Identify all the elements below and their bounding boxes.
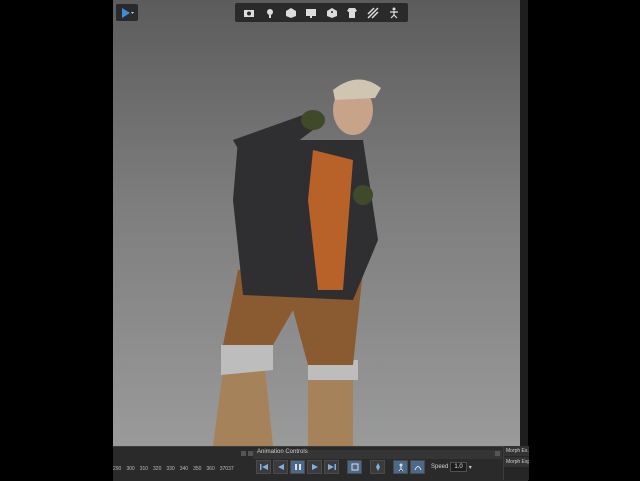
animation-controls: Speed 1.0 ▾ xyxy=(256,459,472,475)
next-frame-button[interactable] xyxy=(307,460,322,474)
loop-button[interactable] xyxy=(347,460,362,474)
monitor-icon[interactable] xyxy=(304,6,318,20)
step-forward-icon xyxy=(311,464,318,470)
marker-button[interactable] xyxy=(370,460,385,474)
viewport-toolbar xyxy=(235,3,408,22)
panel-title: Animation Controls xyxy=(257,449,308,455)
morph-panel: Morph Ex... Morph Exp xyxy=(503,446,529,480)
motion-button[interactable] xyxy=(393,460,408,474)
dice-icon[interactable] xyxy=(325,6,339,20)
tab-morph-exp[interactable]: Morph Exp xyxy=(504,457,529,467)
timeline-ruler[interactable]: 290 300 310 320 330 340 350 360 37037 xyxy=(113,466,234,472)
3d-viewport[interactable] xyxy=(113,0,528,446)
cube-icon[interactable] xyxy=(284,6,298,20)
timeline-tick: 300 xyxy=(126,466,135,472)
pin-icon[interactable] xyxy=(495,451,500,456)
blend-button[interactable] xyxy=(410,460,425,474)
curve-icon xyxy=(414,466,421,471)
light-icon[interactable] xyxy=(263,6,277,20)
timeline-tick: 350 xyxy=(193,466,202,472)
timeline-tick: 340 xyxy=(179,466,189,472)
prev-frame-button[interactable] xyxy=(273,460,288,474)
skip-start-icon xyxy=(259,464,268,470)
close-icon[interactable] xyxy=(248,451,253,456)
loop-icon xyxy=(351,463,358,471)
marker-icon xyxy=(375,463,380,471)
pin-icon[interactable] xyxy=(241,451,246,456)
motion-icon xyxy=(398,463,403,471)
viewport-scrollbar[interactable] xyxy=(520,0,528,446)
last-frame-button[interactable] xyxy=(324,460,339,474)
camera-icon[interactable] xyxy=(242,6,256,20)
play-menu-button[interactable] xyxy=(116,4,138,21)
timeline-tick: 320 xyxy=(153,466,162,472)
timeline-tick: 310 xyxy=(139,466,149,472)
step-back-icon xyxy=(277,464,284,470)
chevron-down-icon[interactable]: ▾ xyxy=(469,464,472,471)
pause-button[interactable] xyxy=(290,460,305,474)
timeline-tick: 290 xyxy=(113,466,122,472)
tab-morph-ex[interactable]: Morph Ex... xyxy=(504,446,529,456)
timeline-tick: 360 xyxy=(206,466,215,472)
speed-select[interactable]: 1.0 xyxy=(450,462,467,472)
grid-icon[interactable] xyxy=(366,6,380,20)
figure-icon[interactable] xyxy=(387,6,401,20)
tshirt-icon[interactable] xyxy=(345,6,359,20)
pause-icon xyxy=(294,464,301,470)
timeline-tick: 37037 xyxy=(219,466,234,472)
first-frame-button[interactable] xyxy=(256,460,271,474)
speed-label: Speed xyxy=(431,464,449,470)
timeline-tick: 330 xyxy=(166,466,175,472)
skip-end-icon xyxy=(327,464,336,470)
character-model xyxy=(213,79,381,446)
play-icon xyxy=(122,7,134,18)
